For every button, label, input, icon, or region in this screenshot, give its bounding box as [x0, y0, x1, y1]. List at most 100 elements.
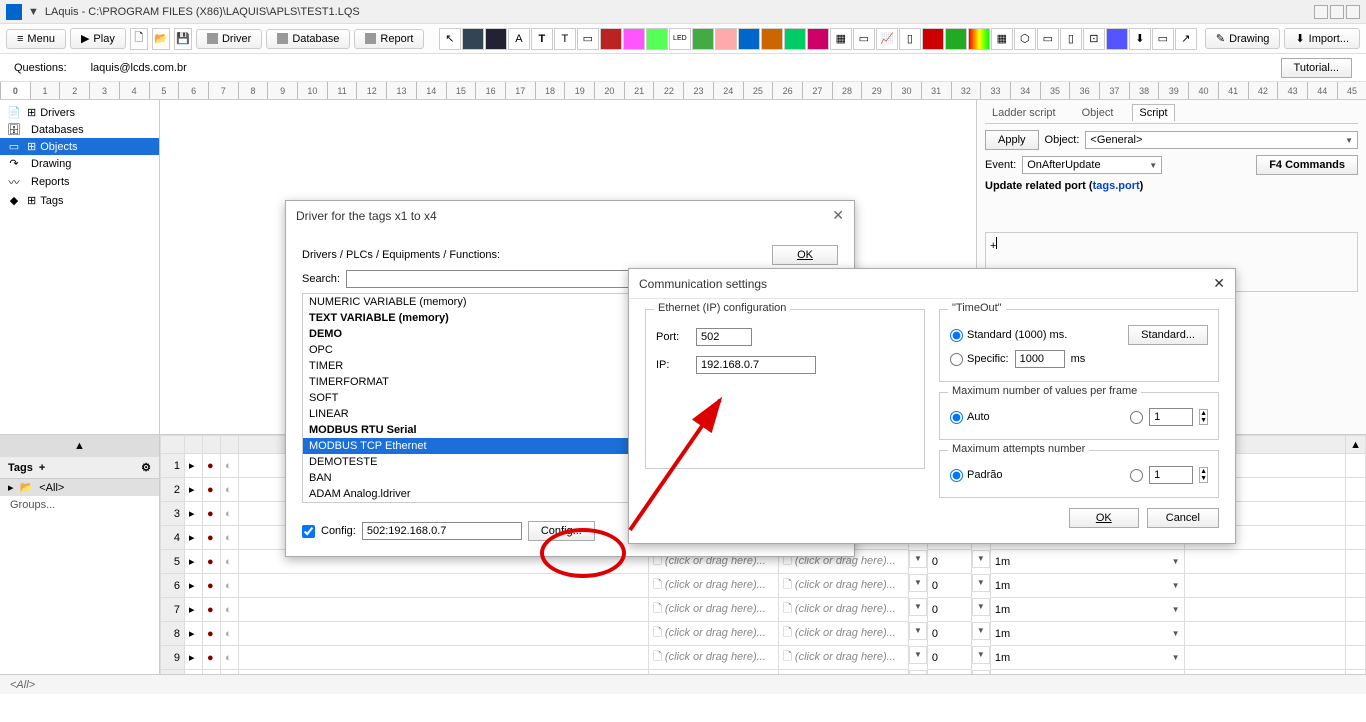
tool-icon-11[interactable]	[715, 28, 737, 50]
attempts-manual-radio[interactable]	[1130, 469, 1143, 482]
tool-icon-16[interactable]: ▦	[830, 28, 852, 50]
standard-button[interactable]: Standard...	[1128, 325, 1208, 345]
sidebar-item-reports[interactable]: 〰Reports	[0, 172, 159, 192]
questions-email[interactable]: laquis@lcds.com.br	[91, 62, 187, 74]
comm-cancel-button[interactable]: Cancel	[1147, 508, 1219, 528]
app-icon	[6, 4, 22, 20]
sidebar-item-drivers[interactable]: 📄⊞Drivers	[0, 104, 159, 121]
tool-icon-10[interactable]	[692, 28, 714, 50]
menu-button[interactable]: ≡Menu	[6, 29, 66, 49]
driver-dialog-close-icon[interactable]: ✕	[832, 207, 844, 224]
save-icon[interactable]: 💾	[174, 28, 192, 50]
add-tag[interactable]: +	[39, 462, 45, 474]
sidebar-item-tags[interactable]: ◆⊞Tags	[0, 192, 159, 209]
tool-icon-22[interactable]: ⬡	[1014, 28, 1036, 50]
tool-icon-26[interactable]	[1106, 28, 1128, 50]
f4-commands-button[interactable]: F4 Commands	[1256, 155, 1358, 175]
play-button[interactable]: ▶Play	[70, 28, 126, 49]
tool-icon-13[interactable]	[761, 28, 783, 50]
maxvals-spinner[interactable]	[1149, 408, 1193, 426]
maxvals-manual-radio[interactable]	[1130, 411, 1143, 424]
tab-script[interactable]: Script	[1132, 104, 1174, 121]
tool-icon-8[interactable]	[623, 28, 645, 50]
tool-icon-1[interactable]	[462, 28, 484, 50]
gradient-icon[interactable]	[968, 28, 990, 50]
tab-object[interactable]: Object	[1075, 104, 1121, 121]
tutorial-button[interactable]: Tutorial...	[1281, 58, 1352, 78]
import-button[interactable]: ⬇Import...	[1284, 28, 1360, 49]
object-select[interactable]: <General>	[1085, 131, 1358, 149]
tool-icon-14[interactable]	[784, 28, 806, 50]
sidebar-item-objects[interactable]: ▭⊞Objects	[0, 138, 159, 155]
event-select[interactable]: OnAfterUpdate	[1022, 156, 1162, 174]
tool-icon-24[interactable]: ▯	[1060, 28, 1082, 50]
tool-icon-7[interactable]	[600, 28, 622, 50]
tool-icon-12[interactable]	[738, 28, 760, 50]
port-input[interactable]	[696, 328, 752, 346]
tab-ladder-script[interactable]: Ladder script	[985, 104, 1063, 121]
tool-icon-21[interactable]: ▦	[991, 28, 1013, 50]
maximize-button[interactable]	[1330, 5, 1344, 19]
textfield-icon[interactable]: T	[554, 28, 576, 50]
tool-icon-23[interactable]: ▭	[1037, 28, 1059, 50]
close-button[interactable]	[1346, 5, 1360, 19]
specific-input[interactable]	[1015, 350, 1065, 368]
tool-icon-27[interactable]: ⬇	[1129, 28, 1151, 50]
eth-group-title: Ethernet (IP) configuration	[654, 302, 790, 314]
tool-icon-20[interactable]	[945, 28, 967, 50]
tool-icon-15[interactable]	[807, 28, 829, 50]
apply-button[interactable]: Apply	[985, 130, 1039, 150]
tool-icon-18[interactable]: ▯	[899, 28, 921, 50]
maxvals-group-title: Maximum number of values per frame	[948, 385, 1141, 397]
driver-ok-button[interactable]: OK	[772, 245, 838, 265]
config-checkbox[interactable]	[302, 525, 315, 538]
driver-button[interactable]: Driver	[196, 29, 262, 49]
table-row[interactable]: 10▸●◐🗋 (click or drag here)...🗋 (click o…	[161, 670, 1366, 675]
open-icon[interactable]: 📂	[152, 28, 170, 50]
tool-icon-28[interactable]: ▭	[1152, 28, 1174, 50]
comm-ok-button[interactable]: OK	[1069, 508, 1139, 528]
tool-icon-2[interactable]	[485, 28, 507, 50]
groups-label[interactable]: Groups...	[0, 496, 159, 514]
config-value-input[interactable]	[362, 522, 522, 540]
report-button[interactable]: Report	[354, 29, 424, 49]
database-button[interactable]: Database	[266, 29, 350, 49]
update-text: Update related port (tags.port)	[985, 180, 1143, 192]
all-row[interactable]: ▸📂<All>	[0, 479, 159, 496]
tags-gear-icon[interactable]: ⚙	[141, 461, 151, 474]
comm-dialog-close-icon[interactable]: ✕	[1213, 275, 1225, 292]
text-icon[interactable]: T	[531, 28, 553, 50]
tool-icon-29[interactable]: ↗	[1175, 28, 1197, 50]
sidebar-item-databases[interactable]: 🗄Databases	[0, 121, 159, 138]
titlebar: ▼ LAquis - C:\PROGRAM FILES (X86)\LAQUIS…	[0, 0, 1366, 24]
tool-icon-9[interactable]	[646, 28, 668, 50]
dropdown-icon[interactable]: ▼	[28, 6, 39, 18]
standard-radio[interactable]	[950, 329, 963, 342]
box-icon[interactable]: ▭	[577, 28, 599, 50]
config-button[interactable]: Config...	[528, 521, 595, 541]
tool-icon-25[interactable]: ⊡	[1083, 28, 1105, 50]
new-icon[interactable]: 🗋	[130, 28, 148, 50]
attempts-spinner[interactable]	[1149, 466, 1193, 484]
tool-icon-17[interactable]: ▭	[853, 28, 875, 50]
cursor-icon[interactable]: ↖	[439, 28, 461, 50]
status-bar: <All>	[0, 674, 1366, 694]
led-icon[interactable]: LED	[669, 28, 691, 50]
ip-input[interactable]	[696, 356, 816, 374]
tool-icon-3[interactable]: A	[508, 28, 530, 50]
chart-icon[interactable]: 📈	[876, 28, 898, 50]
drivers-heading: Drivers / PLCs / Equipments / Functions:	[302, 249, 500, 261]
table-row[interactable]: 9▸●◐🗋 (click or drag here)...🗋 (click or…	[161, 646, 1366, 670]
table-row[interactable]: 6▸●◐🗋 (click or drag here)...🗋 (click or…	[161, 574, 1366, 598]
padrao-radio[interactable]	[950, 469, 963, 482]
table-row[interactable]: 8▸●◐🗋 (click or drag here)...🗋 (click or…	[161, 622, 1366, 646]
pencil-icon: ✎	[1216, 32, 1225, 45]
sidebar-item-drawing[interactable]: ↷Drawing	[0, 155, 159, 172]
drawing-button[interactable]: ✎Drawing	[1205, 28, 1281, 49]
collapse-up[interactable]: ▲	[0, 435, 159, 457]
specific-radio[interactable]	[950, 353, 963, 366]
auto-radio[interactable]	[950, 411, 963, 424]
tool-icon-19[interactable]	[922, 28, 944, 50]
minimize-button[interactable]	[1314, 5, 1328, 19]
table-row[interactable]: 7▸●◐🗋 (click or drag here)...🗋 (click or…	[161, 598, 1366, 622]
